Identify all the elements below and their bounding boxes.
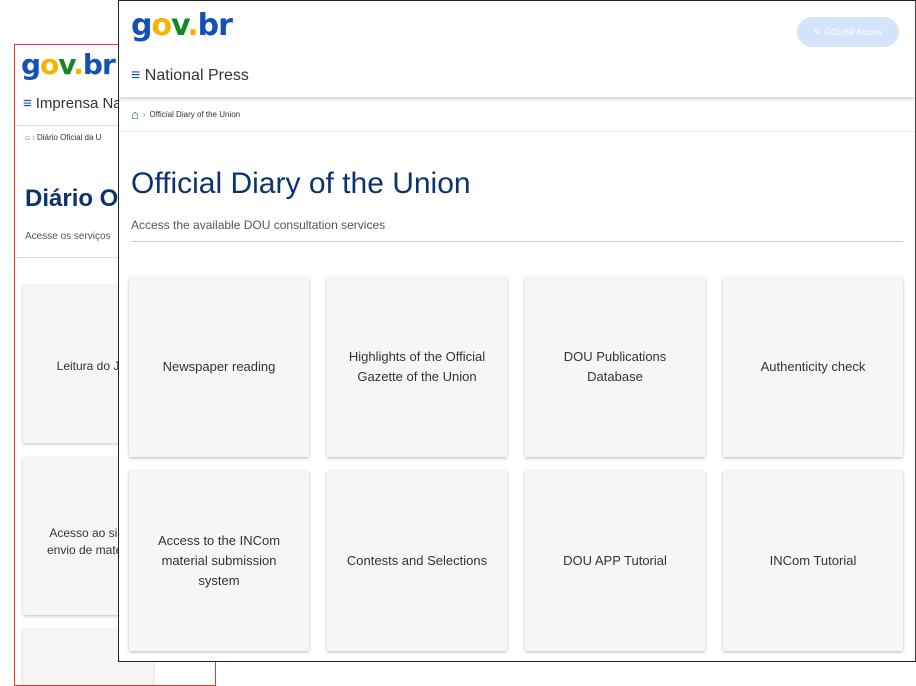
service-card-contests[interactable]: Contests and Selections	[327, 471, 507, 651]
front-window: gov.br ✎ GOV.BR Access ≡ National Press …	[118, 0, 916, 662]
menu-icon: ≡	[131, 67, 141, 84]
service-card-incom-tutorial[interactable]: INCom Tutorial	[723, 471, 903, 651]
chevron-right-icon: ›	[142, 110, 146, 119]
menu-label: Imprensa Na	[35, 95, 122, 112]
govbr-access-button[interactable]: ✎ GOV.BR Access	[797, 17, 899, 47]
service-card-label: Access to the INCom material submission …	[157, 532, 281, 589]
breadcrumb-current: Diário Oficial da U	[36, 133, 102, 142]
edit-icon: ✎	[813, 27, 821, 37]
govbr-logo[interactable]: gov.br	[131, 11, 233, 41]
service-card-label: Authenticity check	[760, 358, 866, 374]
home-icon[interactable]: ⌂	[25, 133, 30, 142]
breadcrumb-current: Official Diary of the Union	[149, 110, 241, 119]
service-card-highlights[interactable]: Highlights of the Official Gazette of th…	[327, 277, 507, 457]
service-card-label: DOU APP Tutorial	[563, 552, 667, 568]
service-card-authenticity-check[interactable]: Authenticity check	[723, 277, 903, 457]
site-header: gov.br ✎ GOV.BR Access ≡ National Press	[119, 1, 915, 97]
service-card-incom-access[interactable]: Access to the INCom material submission …	[129, 471, 309, 651]
govbr-logo[interactable]: gov.br	[21, 51, 116, 79]
main-menu-button[interactable]: ≡ National Press	[131, 67, 249, 85]
page-title: Diário Ofi	[25, 185, 134, 212]
menu-label: National Press	[144, 67, 249, 84]
page-subtitle: Access the available DOU consultation se…	[131, 218, 386, 232]
divider	[119, 131, 915, 132]
page-title: Official Diary of the Union	[131, 167, 471, 200]
divider	[131, 241, 903, 242]
service-card-label: DOU Publications Database	[563, 348, 667, 384]
chevron-right-icon: ›	[32, 133, 35, 142]
home-icon[interactable]: ⌂	[131, 107, 139, 122]
service-card-label: Highlights of the Official Gazette of th…	[348, 348, 486, 384]
service-card-label: INCom Tutorial	[769, 552, 857, 568]
service-card-label: Newspaper reading	[162, 358, 276, 374]
service-card-dou-app-tutorial[interactable]: DOU APP Tutorial	[525, 471, 705, 651]
page-subtitle: Acesse os serviços	[25, 231, 111, 242]
breadcrumb: ⌂ › Diário Oficial da U	[25, 133, 101, 142]
service-card-newspaper-reading[interactable]: Newspaper reading	[129, 277, 309, 457]
govbr-access-label: GOV.BR Access	[824, 27, 883, 37]
menu-icon: ≡	[23, 95, 32, 112]
service-card-publications-database[interactable]: DOU Publications Database	[525, 277, 705, 457]
breadcrumb: ⌂ › Official Diary of the Union	[131, 107, 240, 122]
main-menu-button[interactable]: ≡ Imprensa Na	[23, 95, 122, 112]
service-card-label: Contests and Selections	[346, 552, 488, 568]
